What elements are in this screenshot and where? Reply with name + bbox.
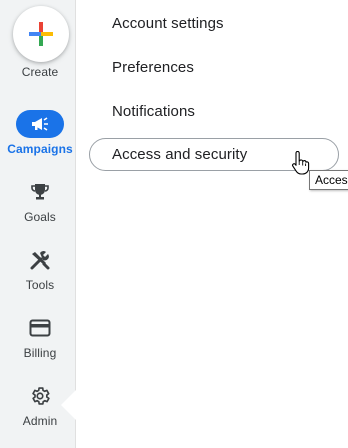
menu-item-preferences[interactable]: Preferences (112, 59, 194, 76)
tooltip: Access (309, 170, 348, 190)
sidebar-item-tools[interactable]: Tools (0, 246, 80, 306)
create-label: Create (21, 65, 59, 79)
sidebar-item-label: Tools (25, 278, 55, 292)
sidebar-item-billing[interactable]: Billing (0, 314, 80, 374)
sidebar-item-label: Goals (24, 210, 56, 224)
sidebar-item-label: Billing (23, 346, 57, 360)
sidebar-item-goals[interactable]: Goals (0, 178, 80, 238)
hand-cursor-icon (292, 151, 310, 175)
create-button[interactable] (13, 6, 69, 62)
megaphone-icon (16, 110, 64, 138)
tools-icon (26, 246, 54, 274)
sidebar-item-label: Campaigns (7, 142, 73, 156)
menu-item-label: Access and security (112, 146, 248, 163)
menu-item-notifications[interactable]: Notifications (112, 103, 195, 120)
admin-menu-pointer (61, 390, 76, 420)
sidebar-item-campaigns[interactable]: Campaigns (0, 110, 80, 170)
credit-card-icon (26, 314, 54, 342)
gear-icon (26, 382, 54, 410)
plus-icon (29, 22, 53, 46)
navigation-rail: Create Campaigns Goals Tools Billing Adm… (0, 0, 76, 448)
trophy-icon (26, 178, 54, 206)
menu-item-account-settings[interactable]: Account settings (112, 15, 224, 32)
